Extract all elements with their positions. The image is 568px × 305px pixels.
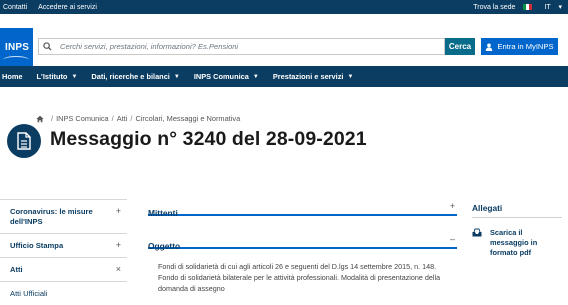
logo-wave-icon <box>3 56 29 64</box>
oggetto-text: Fondi di solidarietà di cui agli articol… <box>158 262 441 293</box>
sidebar-item-label: Atti Ufficiali <box>10 289 48 298</box>
collapse-minus-icon[interactable]: – <box>450 234 455 244</box>
breadcrumb-separator: / <box>111 114 114 123</box>
page-title: Messaggio n° 3240 del 28-09-2021 <box>50 128 367 150</box>
nav-comunica[interactable]: INPS Comunica ▼ <box>194 72 259 81</box>
italy-flag-icon <box>523 4 533 10</box>
nav-dati-label: Dati, ricerche e bilanci <box>91 72 170 81</box>
sidebar: Coronavirus: le misure dell'INPS + Uffic… <box>0 199 127 305</box>
login-label: Entra in MyINPS <box>497 42 554 51</box>
header: INPS Cerchi servizi, prestazioni, inform… <box>0 14 568 79</box>
chevron-down-icon: ▼ <box>71 73 78 80</box>
download-pdf-link[interactable]: Scarica il messaggio in formato pdf <box>472 228 562 258</box>
sidebar-item-atti-ufficiali[interactable]: Atti Ufficiali <box>0 281 127 305</box>
sidebar-item-label: Coronavirus: le misure dell'INPS <box>10 207 93 226</box>
main-navigation: Home L'Istituto ▼ Dati, ricerche e bilanc… <box>0 66 568 87</box>
nav-istituto-label: L'Istituto <box>36 72 68 81</box>
nav-dati[interactable]: Dati, ricerche e bilanci ▼ <box>91 72 179 81</box>
oggetto-section[interactable]: Oggetto – <box>148 234 457 251</box>
chevron-down-icon: ▼ <box>252 73 259 80</box>
mittenti-section[interactable]: Mittenti + <box>148 201 457 218</box>
contatti-link[interactable]: Contatti <box>3 4 27 11</box>
breadcrumb-item[interactable]: Circolari, Messaggi e Normativa <box>135 114 240 123</box>
nav-home[interactable]: Home <box>2 72 23 81</box>
nav-home-label: Home <box>2 72 23 81</box>
accedere-servizi-link[interactable]: Accedere ai servizi <box>38 4 97 11</box>
document-icon <box>7 124 41 158</box>
oggetto-heading: Oggetto <box>148 241 181 251</box>
expand-plus-icon[interactable]: + <box>116 240 121 250</box>
breadcrumb-separator: / <box>51 114 54 123</box>
language-label: IT <box>544 4 551 11</box>
sidebar-item-ufficio-stampa[interactable]: Ufficio Stampa + <box>0 233 127 257</box>
user-icon <box>486 43 493 51</box>
download-pdf-label: Scarica il messaggio in formato pdf <box>490 228 538 257</box>
search-icon <box>39 39 55 54</box>
search-button[interactable]: Cerca <box>445 38 475 55</box>
allegati-panel: Allegati Scarica il messaggio in formato… <box>472 203 562 258</box>
download-tray-icon <box>472 228 482 237</box>
chevron-down-icon: ▾ <box>558 4 562 11</box>
search-input[interactable]: Cerchi servizi, prestazioni, informazion… <box>38 38 445 55</box>
logo-text: INPS <box>5 42 30 53</box>
breadcrumb-item[interactable]: INPS Comunica <box>56 114 109 123</box>
collapse-close-icon[interactable]: × <box>116 264 121 274</box>
mittenti-heading: Mittenti <box>148 208 178 218</box>
breadcrumb-item[interactable]: Atti <box>117 114 128 123</box>
nav-comunica-label: INPS Comunica <box>193 72 249 81</box>
sidebar-item-label: Ufficio Stampa <box>10 241 64 250</box>
language-selector[interactable]: IT ▾ <box>538 3 562 11</box>
expand-plus-icon[interactable]: + <box>450 201 455 211</box>
top-right-tools: Trova la sede IT ▾ <box>467 0 562 14</box>
expand-plus-icon[interactable]: + <box>116 206 121 216</box>
trova-sede-link[interactable]: Trova la sede <box>473 4 515 11</box>
search-placeholder: Cerchi servizi, prestazioni, informazion… <box>60 42 239 51</box>
home-icon[interactable] <box>36 115 44 123</box>
sidebar-item-coronavirus[interactable]: Coronavirus: le misure dell'INPS + <box>0 199 127 233</box>
nav-prestazioni-label: Prestazioni e servizi <box>272 72 344 81</box>
chevron-down-icon: ▼ <box>347 73 354 80</box>
sidebar-item-label: Atti <box>10 265 23 274</box>
top-utility-bar: Contatti Accedere ai servizi Trova la se… <box>0 0 568 14</box>
chevron-down-icon: ▼ <box>173 73 180 80</box>
sidebar-item-atti[interactable]: Atti × <box>0 257 127 281</box>
nav-prestazioni[interactable]: Prestazioni e servizi ▼ <box>273 72 354 81</box>
allegati-heading: Allegati <box>472 203 562 218</box>
nav-istituto[interactable]: L'Istituto ▼ <box>37 72 78 81</box>
breadcrumb: / INPS Comunica / Atti / Circolari, Mess… <box>36 114 240 123</box>
breadcrumb-separator: / <box>130 114 133 123</box>
login-myinps-button[interactable]: Entra in MyINPS <box>481 38 558 55</box>
